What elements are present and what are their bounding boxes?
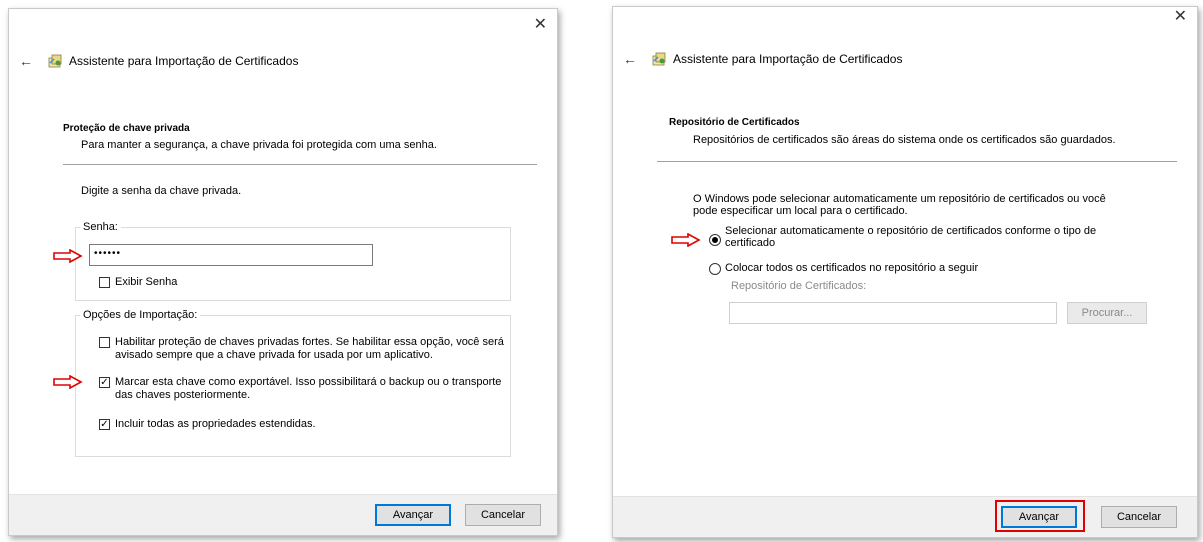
show-password-label: Exibir Senha [115, 276, 178, 288]
section-title: Repositório de Certificados [669, 117, 800, 128]
exportable-key-label-line1: Marcar esta chave como exportável. Isso … [115, 376, 502, 388]
import-options-label: Opções de Importação: [80, 309, 201, 322]
show-password-checkbox[interactable] [99, 277, 110, 288]
auto-select-radio[interactable] [709, 234, 721, 246]
auto-select-label-line2: certificado [725, 237, 776, 249]
password-input[interactable]: •••••• [89, 244, 373, 266]
annotation-arrow-icon [671, 233, 701, 247]
radio-selected-dot [712, 237, 718, 243]
password-dialog: ✕ ← Assistente para Importação de Certif… [8, 8, 558, 536]
store-input[interactable] [729, 302, 1057, 324]
intro-line-2: pode especificar um local para o certifi… [693, 205, 908, 217]
next-button[interactable]: Avançar [375, 504, 451, 526]
cancel-button[interactable]: Cancelar [1101, 506, 1177, 528]
certificate-store-dialog: ✕ ← Assistente para Importação de Certif… [612, 6, 1198, 538]
extended-properties-checkbox[interactable]: ✓ [99, 419, 110, 430]
header-divider [63, 164, 537, 165]
back-arrow-icon[interactable]: ← [623, 51, 643, 67]
certificate-icon [652, 52, 666, 66]
next-button[interactable]: Avançar [1001, 506, 1077, 528]
section-description: Para manter a segurança, a chave privada… [81, 139, 437, 151]
annotation-arrow-icon [53, 249, 83, 263]
strong-protection-label-line1: Habilitar proteção de chaves privadas fo… [115, 336, 504, 348]
store-field-label: Repositório de Certificados: [731, 280, 867, 292]
password-prompt: Digite a senha da chave privada. [81, 185, 242, 197]
password-group-label: Senha: [80, 221, 121, 234]
exportable-key-label-line2: das chaves posteriormente. [115, 389, 251, 401]
strong-protection-checkbox[interactable] [99, 337, 110, 348]
dialog-title: Assistente para Importação de Certificad… [673, 52, 903, 66]
dialog-footer: Avançar Cancelar [613, 496, 1197, 537]
browse-button[interactable]: Procurar... [1067, 302, 1147, 324]
extended-properties-label: Incluir todas as propriedades estendidas… [115, 418, 316, 430]
dialog-header: ← Assistente para Importação de Certific… [623, 51, 902, 67]
manual-store-label: Colocar todos os certificados no reposit… [725, 262, 979, 274]
section-description: Repositórios de certificados são áreas d… [693, 134, 1116, 146]
back-arrow-icon[interactable]: ← [19, 53, 39, 69]
manual-store-radio[interactable] [709, 263, 721, 275]
header-divider [657, 161, 1177, 162]
auto-select-label-line1: Selecionar automaticamente o repositório… [725, 225, 1097, 237]
strong-protection-label-line2: avisado sempre que a chave privada for u… [115, 349, 433, 361]
section-title: Proteção de chave privada [63, 123, 190, 134]
annotation-arrow-icon [53, 375, 83, 389]
cancel-button[interactable]: Cancelar [465, 504, 541, 526]
certificate-icon [48, 54, 62, 68]
dialog-header: ← Assistente para Importação de Certific… [19, 53, 298, 69]
dialog-footer: Avançar Cancelar [9, 494, 557, 535]
exportable-key-checkbox[interactable]: ✓ [99, 377, 110, 388]
dialog-title: Assistente para Importação de Certificad… [69, 54, 299, 68]
close-button[interactable]: ✕ [534, 17, 547, 33]
close-button[interactable]: ✕ [1174, 9, 1187, 25]
